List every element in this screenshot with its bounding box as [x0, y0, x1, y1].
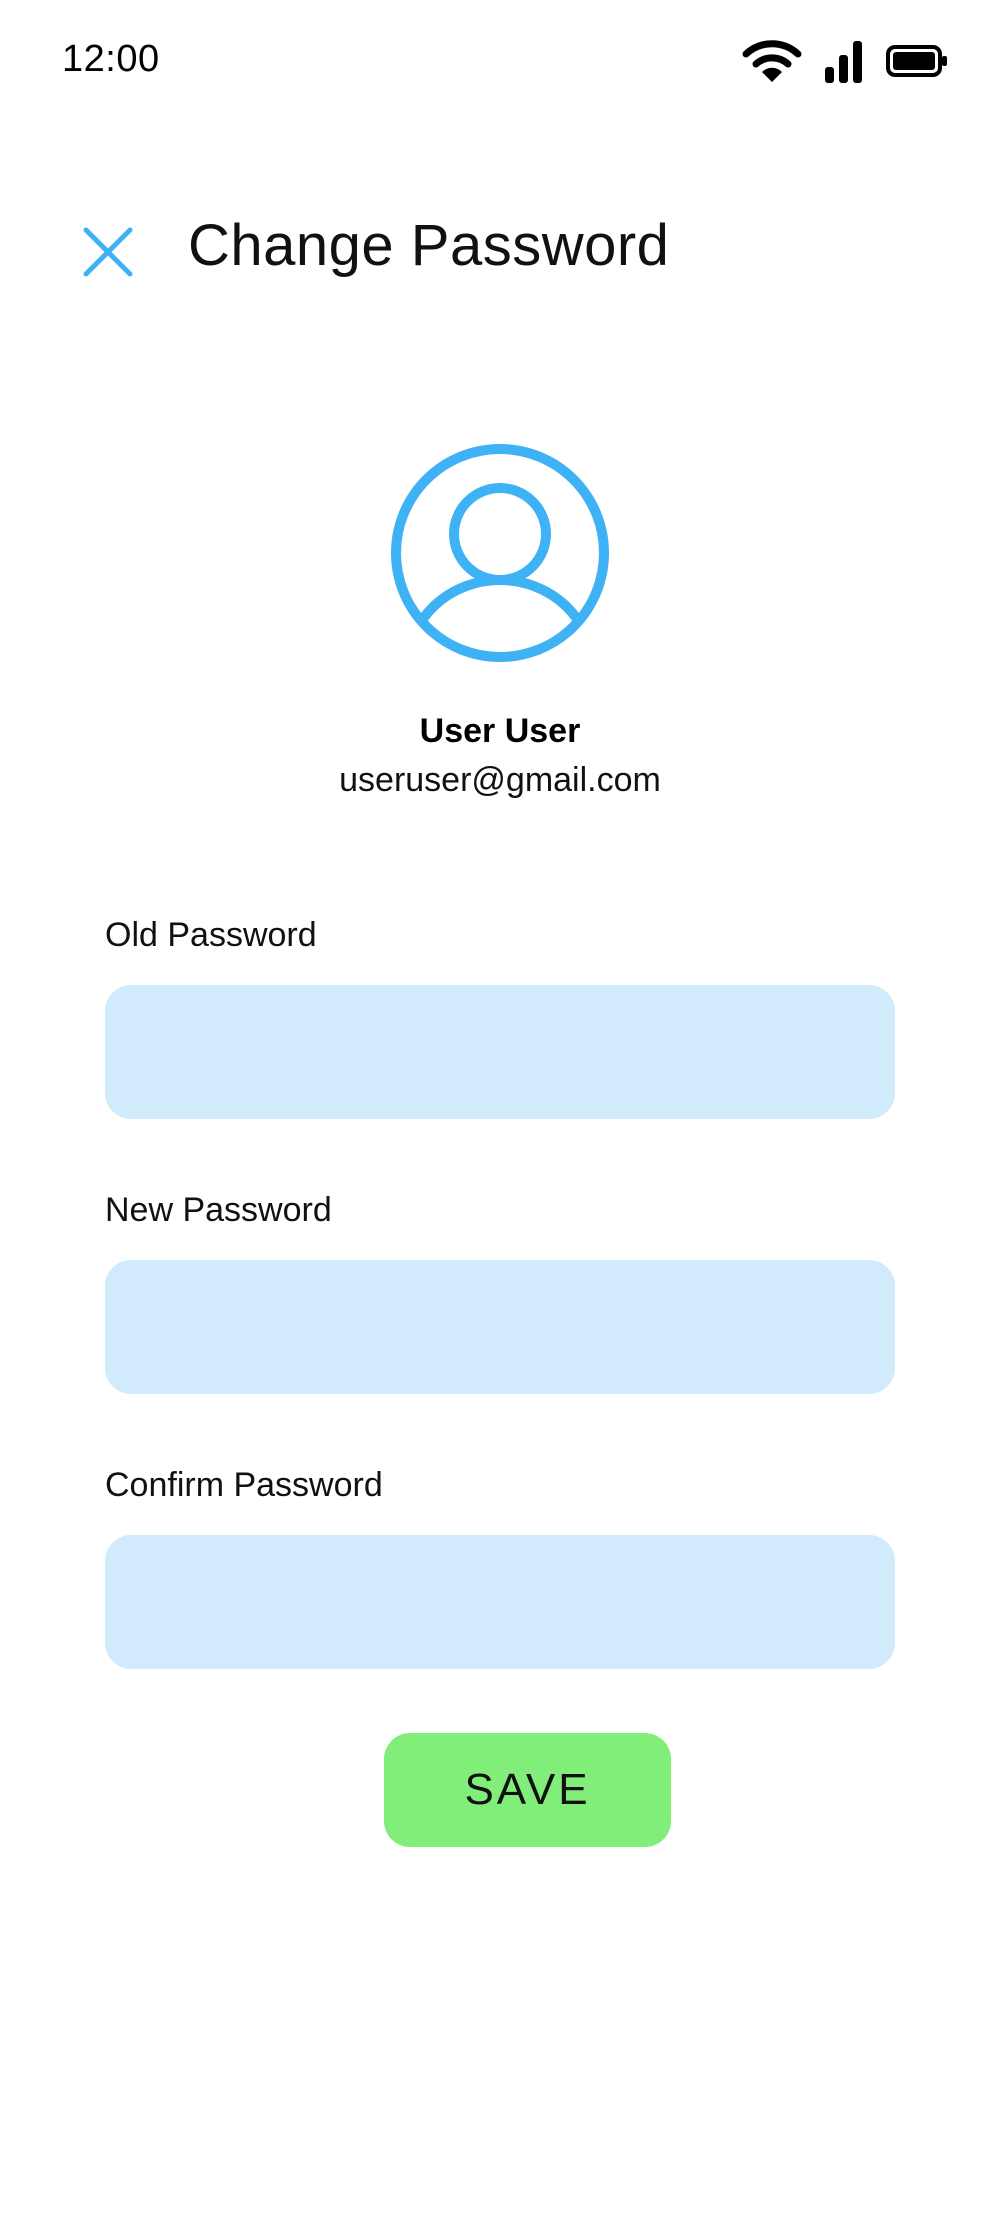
profile-section: User User useruser@gmail.com	[0, 440, 1000, 800]
status-icons	[742, 38, 948, 84]
user-name: User User	[419, 712, 581, 750]
status-time: 12:00	[62, 38, 160, 80]
user-avatar-icon	[0, 440, 1000, 666]
header: Change Password	[0, 190, 1000, 300]
user-email: useruser@gmail.com	[339, 761, 661, 799]
new-password-field[interactable]	[105, 1260, 895, 1394]
old-password-field[interactable]	[105, 985, 895, 1119]
change-password-form: Old Password New Password Confirm Passwo…	[105, 910, 895, 1735]
close-button[interactable]	[76, 220, 140, 284]
save-button[interactable]: SAVE	[384, 1733, 671, 1847]
page-title: Change Password	[188, 213, 670, 278]
new-password-label: New Password	[105, 1191, 332, 1229]
battery-icon	[886, 44, 948, 78]
status-bar: 12:00	[0, 0, 1000, 130]
wifi-icon	[742, 38, 802, 84]
close-icon	[76, 227, 140, 288]
cellular-signal-icon	[824, 39, 864, 83]
confirm-password-field[interactable]	[105, 1535, 895, 1669]
confirm-password-label: Confirm Password	[105, 1466, 383, 1504]
old-password-label: Old Password	[105, 916, 317, 954]
